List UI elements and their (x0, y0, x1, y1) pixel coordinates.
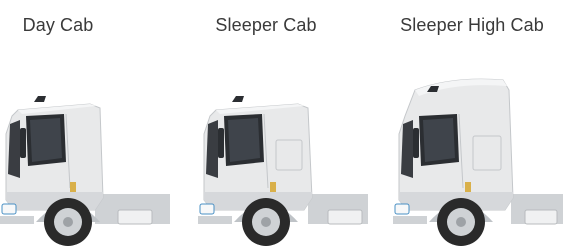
cab-option-sleeper-high-cab[interactable]: Sleeper High Cab (393, 0, 563, 246)
cab-option-sleeper-cab[interactable]: Sleeper Cab (198, 0, 368, 246)
cab-option-label: Day Cab (22, 15, 94, 35)
sleeper-high-cab-truck-image (393, 70, 563, 246)
day-cab-truck-image (0, 70, 170, 246)
cab-option-day-cab[interactable]: Day Cab (0, 0, 170, 246)
cab-option-label: Sleeper Cab (215, 15, 317, 35)
cab-option-label: Sleeper High Cab (400, 15, 544, 35)
sleeper-cab-truck-image (198, 70, 368, 246)
cab-type-selector: Day Cab Sleeper Cab Sleeper High Cab (0, 0, 563, 246)
